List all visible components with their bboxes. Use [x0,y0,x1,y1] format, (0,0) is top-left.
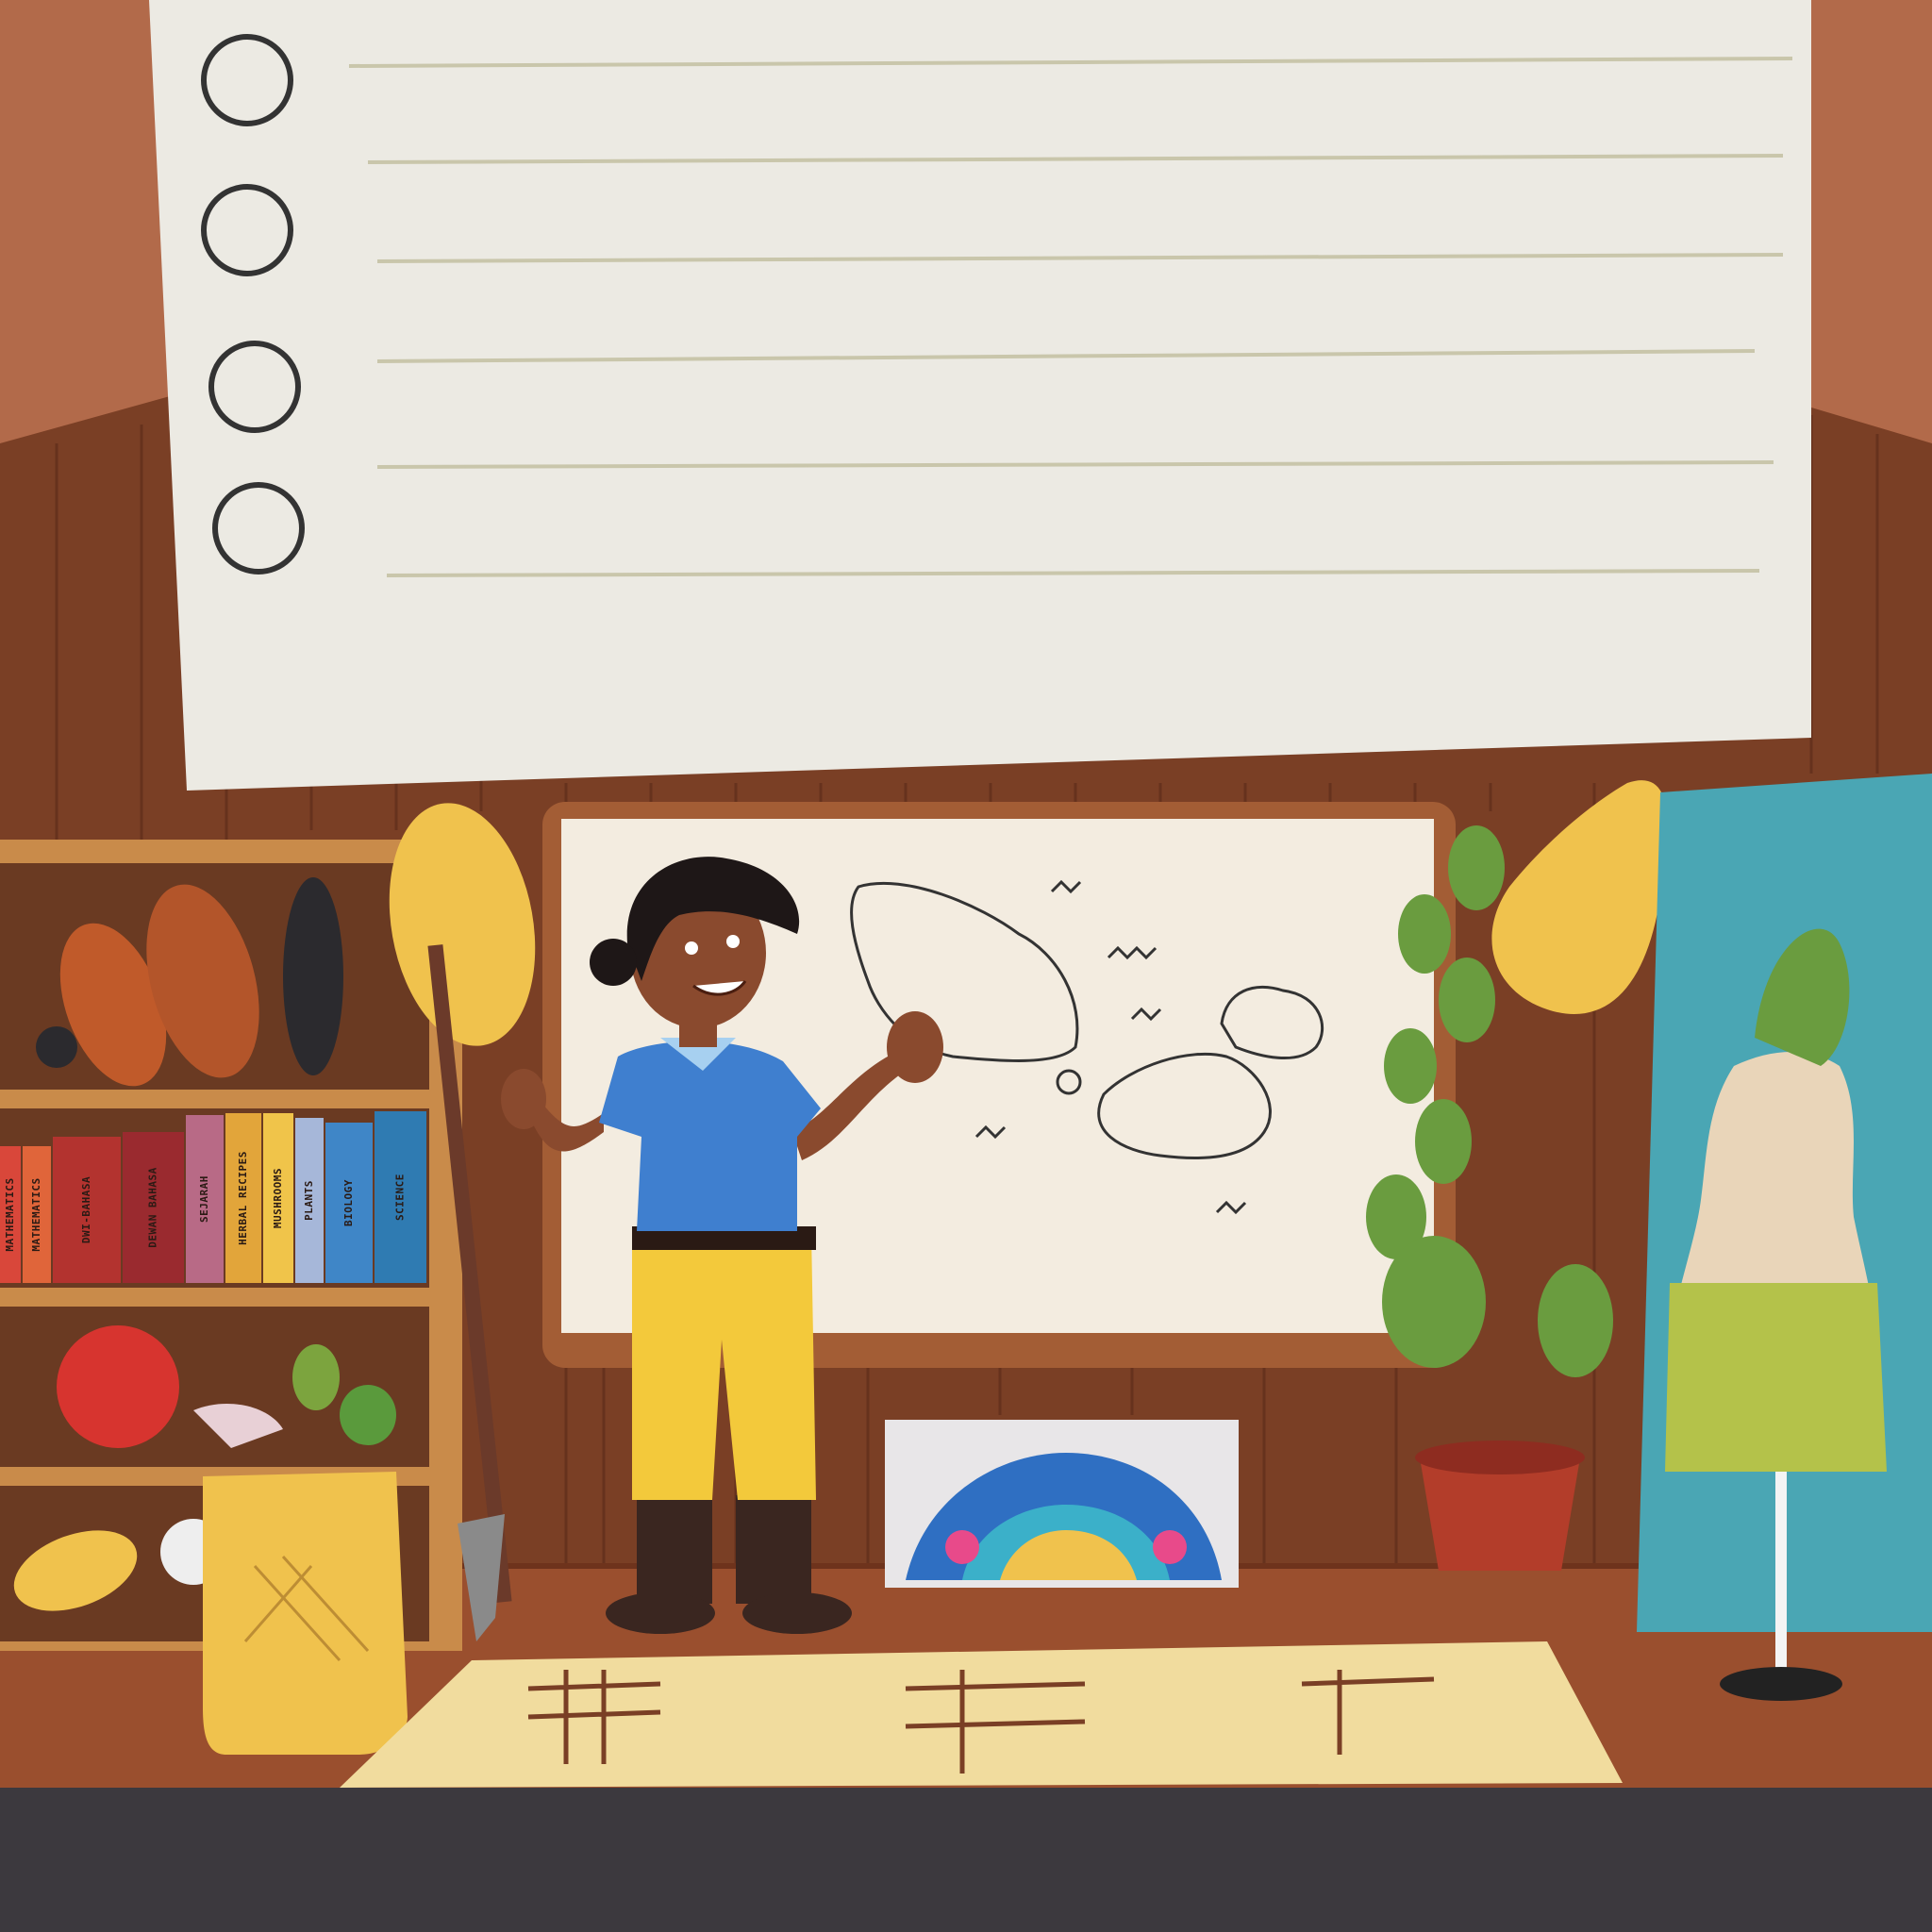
book-label: SEJARAH [198,1175,210,1223]
book-label: BIOLOGY [342,1179,355,1226]
book-row: MATHEMATICS MATHEMATICS DWI-BAHASA DEWAN BA… [0,1111,426,1283]
book-label: DWI-BAHASA [80,1176,92,1243]
book-label: HERBAL RECIPES [237,1151,249,1245]
book-label: MUSHROOMS [272,1168,284,1228]
floor-bottom-band [0,1788,1932,1932]
woven-basket-icon [203,1472,408,1755]
book-label: SCIENCE [394,1174,407,1221]
book-label: PLANTS [303,1180,315,1221]
woven-rug-icon [340,1641,1623,1788]
notebook-paper-icon [149,0,1811,791]
mandala-picture [885,1420,1239,1588]
book-label: DEWAN BAHASA [147,1167,159,1247]
book-label: MATHEMATICS [4,1177,16,1251]
book-label: MATHEMATICS [30,1177,42,1251]
classroom-illustration: MATHEMATICS MATHEMATICS DWI-BAHASA DEWAN BA… [0,0,1932,1932]
